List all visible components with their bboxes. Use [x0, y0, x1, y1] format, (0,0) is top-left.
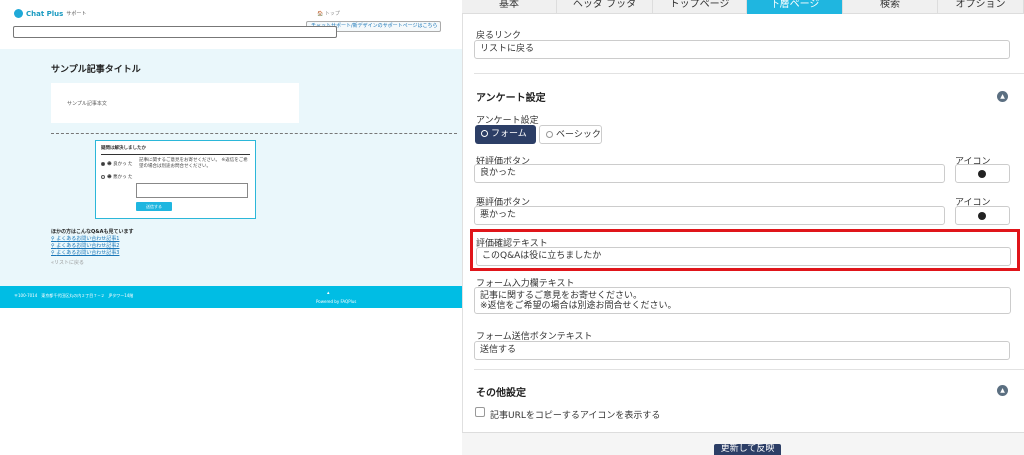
copy-url-checkbox[interactable] — [475, 407, 485, 417]
article-title: サンプル記事タイトル — [51, 65, 141, 75]
radio-icon — [546, 131, 553, 138]
back-to-list-link[interactable]: «リストに戻る — [51, 260, 133, 267]
bad-icon-select[interactable] — [955, 206, 1010, 225]
survey-type-basic[interactable]: ベーシック — [539, 125, 602, 144]
breadcrumb[interactable]: 🏠 トップ — [317, 10, 340, 17]
divider — [474, 73, 1024, 74]
radio-icon — [101, 161, 105, 166]
bad-button-input[interactable]: 悪かった — [474, 206, 945, 225]
related-heading: ほかの方はこんなQ&Aも見ています — [51, 229, 134, 235]
survey-question: 疑問は解決しましたか — [101, 146, 146, 151]
tab-search[interactable]: 検索 — [843, 0, 938, 14]
divider — [51, 133, 457, 134]
preview-body: サンプル記事タイトル サンプル記事本文 疑問は解決しましたか ☻ 良かっ た ☻… — [0, 49, 462, 286]
search-input[interactable] — [13, 26, 337, 38]
other-section-title: その他設定 — [476, 388, 526, 399]
tab-basic[interactable]: 基本 — [462, 0, 557, 14]
logo-subtitle: サポート — [66, 11, 87, 17]
powered-by: Powered by FAQPlus — [316, 299, 357, 304]
tab-top-page[interactable]: トップページ — [653, 0, 747, 14]
frown-icon — [978, 212, 986, 220]
smile-icon — [978, 170, 986, 178]
survey-type-form[interactable]: フォーム — [475, 125, 536, 144]
preview-pane: Chat Plus サポート 🏠 トップ チャットサポート/新デザインのサポート… — [0, 0, 462, 455]
faq-link-1[interactable]: ⚲ よくあるお問い合わせ記事1 — [51, 236, 133, 243]
radio-icon — [101, 174, 105, 179]
good-button-input[interactable]: 良かった — [474, 164, 945, 183]
logo-icon — [14, 9, 23, 18]
tab-options[interactable]: オプション — [938, 0, 1024, 14]
collapse-icon[interactable]: ▲ — [997, 91, 1008, 102]
good-icon-select[interactable] — [955, 164, 1010, 183]
faqplus-logo-icon: ▴ — [327, 290, 330, 296]
survey-submit-button[interactable]: 送信する — [136, 202, 172, 211]
logo-text: Chat Plus — [26, 9, 64, 18]
article-body: サンプル記事本文 — [51, 83, 299, 123]
survey-form-text: 記事に関するご意見をお寄せください。 ※返信をご希望の場合は別途お問合せください… — [139, 158, 248, 169]
back-link-input[interactable]: リストに戻る — [474, 40, 1010, 59]
divider — [474, 369, 1024, 370]
form-text-textarea[interactable]: 記事に関するご意見をお寄せください。 ※返信をご希望の場合は別途お問合せください。 — [474, 287, 1011, 314]
related-faq: ほかの方はこんなQ&Aも見ています ⚲ よくあるお問い合わせ記事1 ⚲ よくある… — [51, 229, 133, 267]
confirm-text-input[interactable]: このQ&Aは役に立ちましたか — [476, 247, 1011, 266]
faq-link-2[interactable]: ⚲ よくあるお問い合わせ記事2 — [51, 243, 133, 250]
settings-tabs: 基本 ヘッダ フッタ トップページ 下層ページ 検索 オプション — [462, 0, 1024, 14]
preview-header: Chat Plus サポート 🏠 トップ チャットサポート/新デザインのサポート… — [0, 0, 462, 49]
survey-textarea[interactable] — [136, 183, 248, 198]
radio-icon — [481, 130, 488, 137]
chatplus-logo[interactable]: Chat Plus サポート — [14, 9, 86, 18]
copy-url-label: 記事URLをコピーするアイコンを表示する — [490, 411, 661, 421]
survey-section-title: アンケート設定 — [476, 93, 546, 104]
survey-widget: 疑問は解決しましたか ☻ 良かっ た ☻ 悪かっ た 記事に関するご意見をお寄せ… — [95, 140, 256, 219]
preview-footer: 〒100-7014 東京都千代田区丸の内２丁目７−２ JPタワー14階 ▴ Po… — [0, 286, 462, 308]
tab-sub-page[interactable]: 下層ページ — [747, 0, 843, 14]
form-submit-input[interactable]: 送信する — [474, 341, 1010, 360]
survey-option-good[interactable]: ☻ 良かっ た — [101, 161, 133, 167]
collapse-icon[interactable]: ▲ — [997, 385, 1008, 396]
survey-option-bad[interactable]: ☻ 悪かっ た — [101, 174, 133, 180]
tab-header-footer[interactable]: ヘッダ フッタ — [557, 0, 653, 14]
faq-link-3[interactable]: ⚲ よくあるお問い合わせ記事3 — [51, 250, 133, 257]
update-button[interactable]: 更新して反映 — [714, 444, 781, 455]
settings-pane — [462, 0, 1024, 455]
divider — [101, 154, 250, 155]
footer-address: 〒100-7014 東京都千代田区丸の内２丁目７−２ JPタワー14階 — [14, 293, 134, 298]
